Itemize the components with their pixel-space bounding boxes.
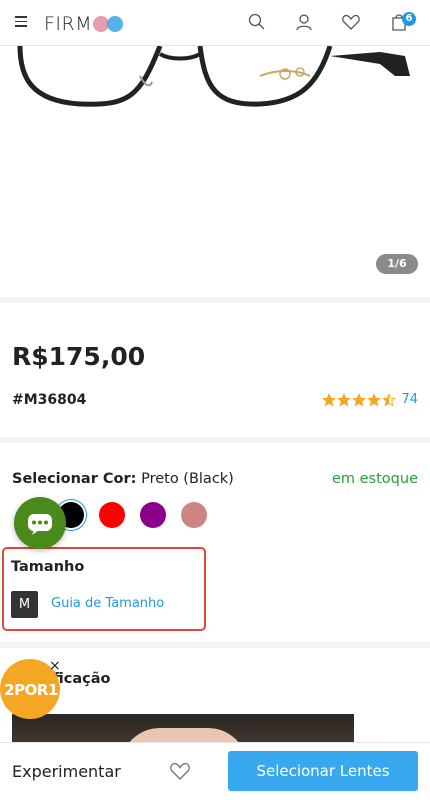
gallery-pager: 1/6 (376, 254, 418, 274)
size-title: Tamanho (11, 559, 85, 575)
top-header: FIRM 6 (0, 0, 430, 46)
color-swatches (58, 502, 222, 528)
promo-close-icon[interactable]: × (49, 658, 61, 674)
divider (0, 437, 430, 443)
star-icon (337, 392, 352, 406)
selected-color: Preto (Black) (141, 471, 234, 487)
brand-logo[interactable]: FIRM (44, 12, 127, 36)
user-icon[interactable] (294, 12, 314, 32)
star-icon (367, 392, 382, 406)
menu-icon[interactable] (15, 16, 27, 27)
star-icon (382, 392, 397, 406)
color-swatch[interactable] (181, 502, 207, 528)
product-image-gallery[interactable] (0, 46, 430, 296)
size-guide-link[interactable]: Guia de Tamanho (51, 596, 164, 611)
cart-count-badge: 6 (402, 12, 416, 26)
product-price: R$175,00 (12, 342, 146, 371)
logo-dots (93, 16, 127, 32)
search-icon[interactable] (247, 12, 267, 32)
product-sku: #M36804 (12, 392, 87, 408)
product-rating[interactable]: 74 (322, 392, 418, 407)
color-swatch[interactable] (99, 502, 125, 528)
chat-bubble-icon (28, 514, 52, 535)
divider (0, 642, 430, 648)
color-selector-label: Selecionar Cor: Preto (Black) (12, 471, 234, 487)
color-swatch[interactable] (140, 502, 166, 528)
star-icon (352, 392, 367, 406)
stock-status: em estoque (331, 471, 418, 487)
color-label-prefix: Selecionar Cor: (12, 471, 137, 487)
wishlist-heart-icon[interactable] (169, 761, 191, 781)
glasses-image (17, 46, 410, 107)
rating-stars (322, 392, 397, 407)
logo-text: FIRM (44, 13, 93, 35)
promo-text[interactable]: 2POR1 (2, 681, 60, 699)
chat-button[interactable] (14, 497, 66, 549)
rating-count[interactable]: 74 (401, 392, 418, 407)
heart-icon[interactable] (341, 12, 361, 32)
try-on-button[interactable]: Experimentar (12, 762, 121, 781)
divider (0, 297, 430, 303)
select-lenses-button[interactable]: Selecionar Lentes (228, 751, 418, 791)
star-icon (322, 392, 337, 406)
specification-title: ficação (53, 671, 111, 687)
size-option-m[interactable]: M (11, 591, 38, 618)
